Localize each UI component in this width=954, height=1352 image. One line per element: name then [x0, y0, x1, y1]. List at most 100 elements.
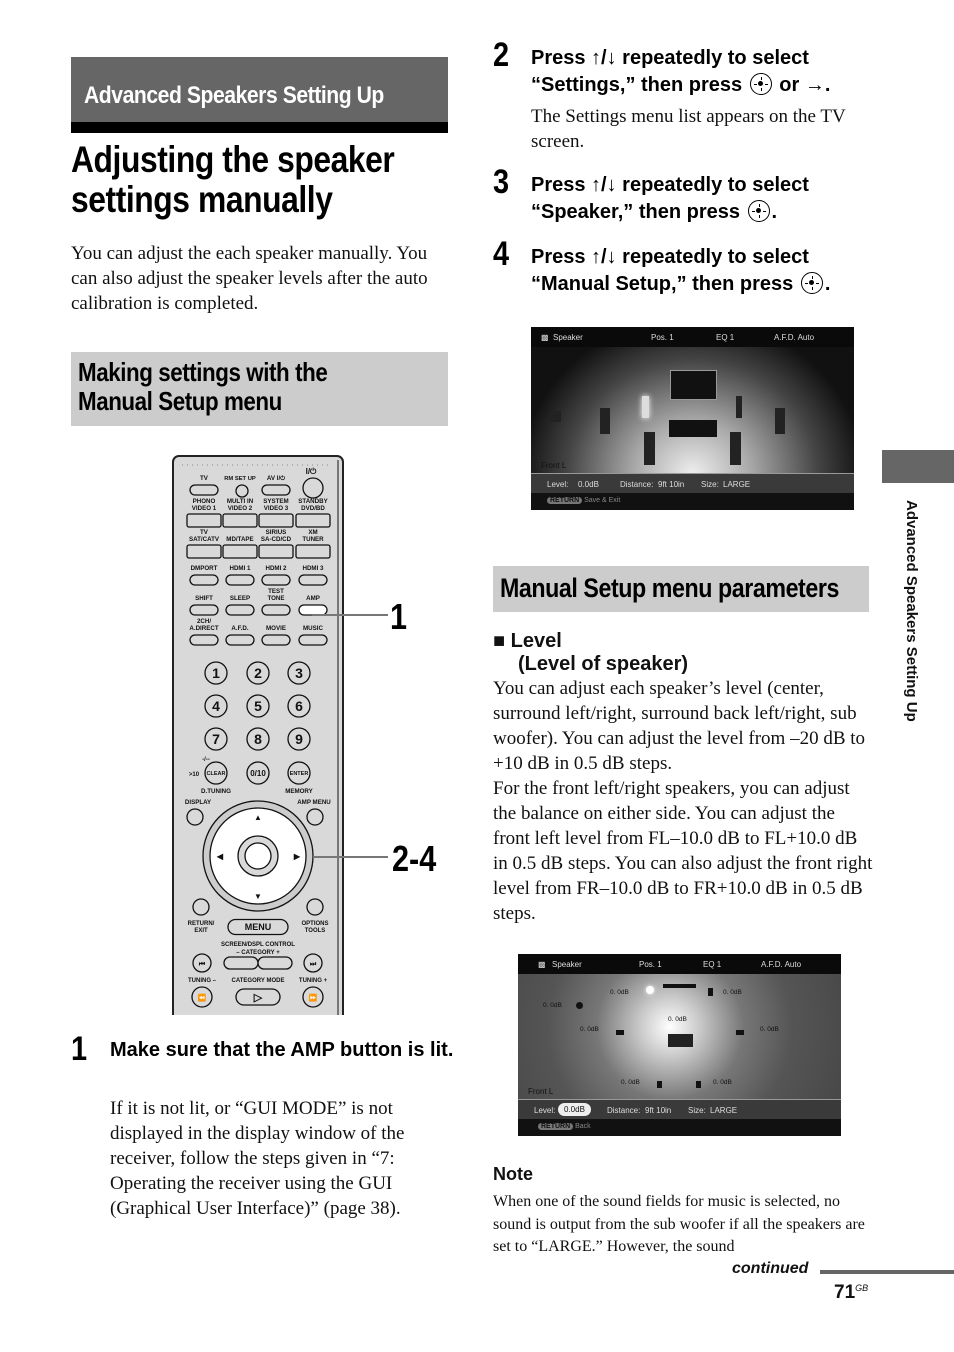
side-section-label: Advanced Speakers Setting Up: [903, 500, 920, 722]
distance-label: Distance:: [607, 1106, 641, 1115]
tuner-button[interactable]: [295, 544, 331, 559]
test-tone-button[interactable]: [261, 604, 291, 616]
remote-button-label: HDMI 1: [230, 565, 252, 572]
step-number: 4: [493, 235, 510, 273]
enter-button-icon: [749, 73, 772, 95]
speaker-level-label: 0. 0dB: [580, 1026, 599, 1033]
remote-button-label: PHONO: [193, 498, 216, 505]
front-left-speaker: [646, 986, 654, 994]
hdmi3-button[interactable]: [298, 574, 328, 586]
remote-button-label: TUNER: [302, 536, 324, 543]
screen-afd: A.F.D. Auto: [761, 960, 802, 969]
subhead-line: Manual Setup menu: [78, 386, 282, 416]
surround-speaker: [616, 1030, 624, 1035]
param-title: Level: [510, 630, 562, 652]
music-button[interactable]: [298, 634, 328, 646]
remote-button-label: MD/TAPE: [226, 536, 253, 543]
note-body: When one of the sound fields for music i…: [493, 1193, 865, 1255]
step-heading-text: Press ↑/↓ repeatedly to select “Manual S…: [531, 246, 809, 295]
subwoofer-graphic: [668, 1034, 693, 1047]
speaker-menu-icon: ▩: [538, 960, 546, 969]
video2-button[interactable]: [222, 513, 258, 528]
remote-button-label: A.DIRECT: [189, 625, 218, 632]
param-subtitle: (Level of speaker): [518, 653, 689, 675]
hdmi1-button[interactable]: [225, 574, 255, 586]
section-title: Advanced Speakers Setting Up: [84, 82, 384, 109]
selected-speaker-label: Front L: [528, 1087, 554, 1096]
step-heading: Press ↑/↓ repeatedly to select “Speaker,…: [531, 172, 876, 226]
remote-button-label: MUSIC: [303, 625, 323, 632]
remote-button-label: ▼: [254, 892, 262, 901]
hdmi2-button[interactable]: [261, 574, 291, 586]
shift-button[interactable]: [189, 604, 219, 616]
distance-value: 9ft 10in: [645, 1106, 672, 1115]
remote-button-label: MEMORY: [285, 788, 313, 795]
callout-step-2-4: 2-4: [392, 838, 437, 879]
display-button[interactable]: [186, 808, 204, 826]
dmport-button[interactable]: [189, 574, 219, 586]
remote-button-label: ⏮: [199, 961, 206, 968]
level-value: 0.0dB: [578, 480, 599, 489]
rm-setup-button[interactable]: [235, 484, 249, 498]
note-heading: Note: [493, 1164, 533, 1184]
a-direct-button[interactable]: [189, 634, 219, 646]
continued-label: continued: [732, 1260, 809, 1277]
subwoofer-graphic: [669, 420, 717, 437]
movie-button[interactable]: [261, 634, 291, 646]
video1-button[interactable]: [186, 513, 222, 528]
av-power-button[interactable]: [261, 484, 291, 496]
remote-button-label: – CATEGORY +: [236, 950, 280, 956]
remote-button-label: 0/10: [250, 769, 266, 778]
screen-title: Speaker: [553, 333, 583, 342]
return-icon-button[interactable]: [192, 898, 210, 916]
md-tape-button[interactable]: [222, 544, 258, 559]
remote-button-label: RETURN/: [188, 921, 215, 927]
tv-button[interactable]: [189, 484, 219, 496]
sleep-button[interactable]: [225, 604, 255, 616]
speaker-level-label: 0. 0dB: [723, 989, 742, 996]
system-power-button[interactable]: [302, 477, 324, 499]
remote-button-label: TEST: [268, 588, 284, 595]
screen-status-bar: Level: 0.0dB Distance: 9ft 10in Size: LA…: [531, 473, 854, 494]
paragraph: For the front left/right speakers, you c…: [493, 778, 873, 924]
dvd-bd-button[interactable]: [295, 513, 331, 528]
remote-button-label: MENU: [245, 922, 272, 932]
speaker-level-label: 0. 0dB: [713, 1079, 732, 1086]
remote-button-label: MULTI IN: [227, 498, 254, 505]
amp-menu-button[interactable]: [306, 808, 324, 826]
surround-back-speaker: [730, 432, 741, 465]
front-left-speaker: [642, 396, 649, 418]
return-action: Back: [575, 1123, 591, 1130]
surround-speaker: [775, 408, 785, 434]
speaker-menu-icon: ▩: [541, 333, 549, 342]
side-tab: [882, 450, 954, 483]
remote-button-label: I/⏻: [306, 467, 317, 476]
enter-joystick-button[interactable]: [244, 842, 272, 870]
remote-button-label: CATEGORY MODE: [232, 978, 285, 984]
options-button[interactable]: [306, 898, 324, 916]
remote-button-label: SAT/CATV: [189, 536, 220, 543]
video3-button[interactable]: [258, 513, 294, 528]
front-right-speaker: [708, 988, 713, 996]
sat-catv-button[interactable]: [186, 544, 222, 559]
step-number: 2: [493, 36, 510, 74]
remote-button-label: TONE: [267, 595, 284, 602]
remote-button-label: TUNING +: [299, 978, 328, 984]
remote-button-label: SIRIUS: [266, 529, 287, 536]
sa-cd-button[interactable]: [258, 544, 294, 559]
category-plus-button[interactable]: [257, 956, 293, 970]
category-minus-button[interactable]: [223, 956, 259, 970]
speaker-level-label: 0. 0dB: [621, 1079, 640, 1086]
step-number: 1: [71, 1030, 88, 1068]
subhead-line: Making settings with the: [78, 357, 328, 387]
remote-button-label: SYSTEM: [263, 498, 288, 505]
callout-line: [312, 614, 388, 616]
afd-button[interactable]: [225, 634, 255, 646]
remote-button-label: 7: [212, 731, 220, 747]
remote-button-label: HDMI 2: [266, 565, 288, 572]
size-value: LARGE: [723, 480, 751, 489]
level-value-selector[interactable]: 0.0dB: [558, 1103, 591, 1116]
remote-button-label: 9: [295, 731, 303, 747]
remote-button-label: STANDBY: [298, 498, 328, 505]
remote-button-label: 3: [295, 665, 303, 681]
